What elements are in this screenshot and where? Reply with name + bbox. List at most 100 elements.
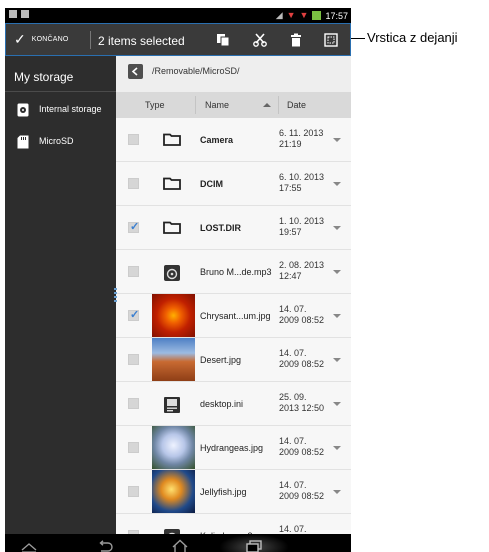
home-icon[interactable]	[170, 538, 190, 552]
signal-icon: ▼	[286, 10, 296, 20]
back-folder-button[interactable]	[128, 64, 143, 79]
row-checkbox[interactable]: ✓	[128, 221, 139, 233]
file-date-line1: 2. 08. 2013	[279, 260, 325, 270]
column-type[interactable]: Type	[145, 92, 165, 118]
file-date: 14. 07. 2009 08:52	[279, 436, 324, 458]
file-date: 14. 07. 2009 08:52	[279, 348, 324, 370]
expand-arrow-icon[interactable]	[333, 490, 341, 494]
file-date-line2: 2013 12:50	[279, 403, 325, 413]
column-name[interactable]: Name	[205, 92, 229, 118]
file-date-line2: 2009 08:52	[279, 359, 325, 369]
file-date: 25. 09. 2013 12:50	[279, 392, 324, 414]
file-date-line2: 12:47	[279, 271, 302, 281]
expand-arrow-icon[interactable]	[333, 358, 341, 362]
expand-arrow-icon[interactable]	[333, 138, 341, 142]
selection-count: 2 items selected	[98, 34, 185, 48]
file-list: Camera 6. 11. 2013 21:19 DCIM 6. 10. 2013 17:…	[116, 118, 351, 534]
drawer-title: My storage	[14, 70, 74, 84]
file-row[interactable]: ✓ LOST.DIR 1. 10. 2013 19:57	[116, 206, 351, 250]
checkmark-icon: ✓	[130, 309, 140, 321]
row-checkbox[interactable]	[128, 178, 139, 189]
expand-arrow-icon[interactable]	[333, 446, 341, 450]
done-button[interactable]: ✓ KONČANO	[14, 24, 69, 55]
drawer-divider	[5, 91, 116, 92]
folder-icon	[163, 220, 181, 236]
file-name: Hydrangeas.jpg	[200, 443, 264, 453]
tablet-screen: ◢ ▼ ▼ 17:57 ✓ KONČANO 2 items selected M…	[5, 8, 351, 552]
row-checkbox[interactable]	[128, 266, 139, 277]
row-checkbox[interactable]	[128, 354, 139, 365]
navigation-bar	[5, 534, 351, 552]
file-row[interactable]: Kalimba.mp314. 07.	[116, 514, 351, 534]
file-date-line1: 14. 07.	[279, 436, 307, 446]
file-date-line1: 14. 07.	[279, 304, 307, 314]
expand-arrow-icon[interactable]	[333, 270, 341, 274]
expand-arrow-icon[interactable]	[333, 402, 341, 406]
row-checkbox[interactable]	[128, 398, 139, 409]
row-checkbox[interactable]	[128, 442, 139, 453]
image-thumbnail	[152, 426, 195, 469]
file-name: DCIM	[200, 179, 223, 189]
expand-arrow-icon[interactable]	[333, 182, 341, 186]
file-name: desktop.ini	[200, 399, 244, 409]
select-all-icon[interactable]	[322, 31, 340, 49]
row-checkbox[interactable]	[128, 134, 139, 145]
column-date[interactable]: Date	[287, 92, 306, 118]
file-date-line1: 25. 09.	[279, 392, 307, 402]
row-checkbox[interactable]	[128, 486, 139, 497]
file-date: 14. 07. 2009 08:52	[279, 480, 324, 502]
file-name: Desert.jpg	[200, 355, 242, 365]
action-bar-divider	[90, 31, 91, 49]
file-row[interactable]: Camera 6. 11. 2013 21:19	[116, 118, 351, 162]
file-row[interactable]: Desert.jpg 14. 07. 2009 08:52	[116, 338, 351, 382]
done-label: KONČANO	[31, 36, 69, 43]
file-row[interactable]: Bruno M...de.mp3 2. 08. 2013 12:47	[116, 250, 351, 294]
clock: 17:57	[325, 10, 348, 21]
file-date: 6. 11. 2013 21:19	[279, 128, 323, 150]
drawer-item-label: MicroSD	[39, 136, 74, 146]
internal-storage-icon	[17, 103, 29, 117]
copy-icon[interactable]	[214, 31, 232, 49]
notification-icon	[9, 10, 17, 18]
sd-card-icon	[17, 135, 29, 149]
cut-icon[interactable]	[251, 31, 269, 49]
drawer-item-internal-storage[interactable]: Internal storage	[5, 98, 116, 122]
action-bar: ✓ KONČANO 2 items selected	[5, 23, 351, 56]
file-row[interactable]: DCIM 6. 10. 2013 17:55	[116, 162, 351, 206]
file-date-line2: 2009 08:52	[279, 315, 325, 325]
image-thumbnail	[152, 470, 195, 513]
file-date-line1: 14. 07.	[279, 348, 307, 358]
file-date-line1: 14. 07.	[279, 480, 307, 490]
wifi-icon: ◢	[275, 10, 283, 20]
signal-icon-2: ▼	[299, 10, 309, 20]
expand-arrow-icon[interactable]	[333, 226, 341, 230]
folder-icon	[163, 132, 181, 148]
file-row[interactable]: Jellyfish.jpg 14. 07. 2009 08:52	[116, 470, 351, 514]
file-name: Camera	[200, 135, 234, 145]
image-thumbnail	[152, 338, 195, 381]
file-date-line2: 2009 08:52	[279, 491, 325, 501]
drawer-item-microsd[interactable]: MicroSD	[5, 130, 116, 154]
delete-icon[interactable]	[287, 31, 305, 49]
file-date: 14. 07. 2009 08:52	[279, 304, 324, 326]
hide-keyboard-icon[interactable]	[19, 538, 39, 552]
back-icon[interactable]	[95, 538, 115, 552]
file-row[interactable]: ✓ Chrysant...um.jpg 14. 07. 2009 08:52	[116, 294, 351, 338]
file-date-line1: 6. 10. 2013	[279, 172, 325, 182]
file-name: Jellyfish.jpg	[200, 487, 247, 497]
checkmark-icon: ✓	[14, 31, 26, 47]
row-checkbox[interactable]: ✓	[128, 309, 140, 321]
audio-file-icon	[163, 264, 181, 281]
chevron-left-icon	[131, 67, 138, 76]
drawer-drag-handle[interactable]	[114, 288, 117, 302]
file-date-line1: 1. 10. 2013	[279, 216, 325, 226]
header-divider	[278, 96, 279, 114]
file-row[interactable]: desktop.ini 25. 09. 2013 12:50	[116, 382, 351, 426]
expand-arrow-icon[interactable]	[333, 314, 341, 318]
file-row[interactable]: Hydrangeas.jpg 14. 07. 2009 08:52	[116, 426, 351, 470]
current-path: /Removable/MicroSD/	[152, 66, 240, 76]
file-date: 2. 08. 2013 12:47	[279, 260, 324, 282]
file-date: 1. 10. 2013 19:57	[279, 216, 324, 238]
recent-apps-icon[interactable]	[244, 538, 264, 552]
callout-label: Vrstica z dejanji	[367, 30, 458, 45]
